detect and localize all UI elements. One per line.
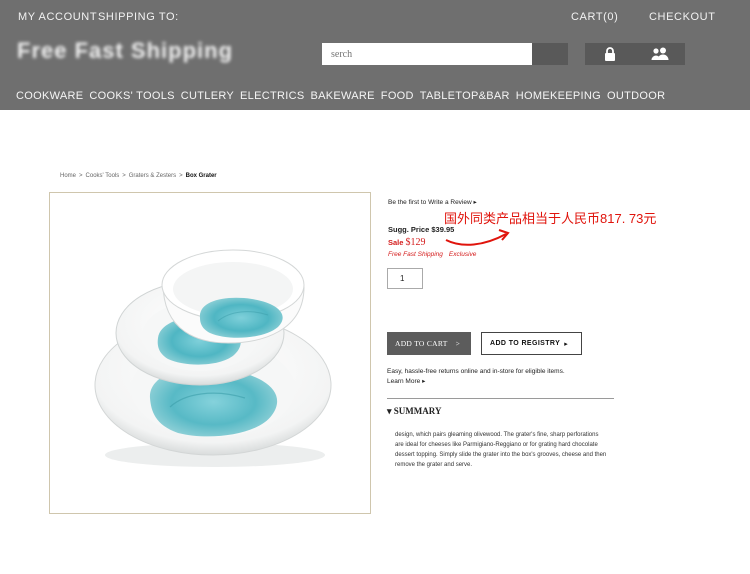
sale-price: Sale $129: [388, 237, 426, 248]
checkout-link[interactable]: CHECKOUT: [649, 11, 716, 23]
nav-cookware[interactable]: COOKWARE: [16, 90, 83, 102]
learn-more-arrow-icon: ▸: [422, 378, 426, 385]
search-input[interactable]: [322, 43, 532, 65]
search-button[interactable]: [532, 43, 568, 65]
sugg-price-value: $39.95: [431, 225, 455, 234]
add-to-cart-label: ADD TO CART: [395, 339, 448, 348]
lock-icon: [605, 47, 615, 61]
logo-text: Free Fast Shipping: [17, 38, 234, 63]
sugg-price-label: Sugg. Price: [388, 225, 430, 234]
breadcrumb: Home > Cooks' Tools > Graters & Zesters > Box …: [60, 173, 217, 179]
site-header: MY ACCOUNT SHIPPING TO: CART(0) CHECKOUT…: [0, 0, 750, 110]
shipping-to-link[interactable]: SHIPPING TO:: [98, 11, 179, 23]
nav-cutlery[interactable]: CUTLERY: [181, 90, 234, 102]
summary-heading-label: SUMMARY: [393, 406, 442, 416]
nav-homekeeping[interactable]: HOMEKEEPING: [516, 90, 601, 102]
summary-text: design, which pairs gleaming olivewood. …: [395, 432, 607, 468]
section-divider: [387, 398, 614, 399]
nav-food[interactable]: FOOD: [381, 90, 414, 102]
sale-label: Sale: [388, 238, 404, 247]
product-image[interactable]: [49, 192, 371, 514]
account-users-button[interactable]: [635, 43, 685, 65]
review-link-text: Be the first to Write a Review: [388, 199, 472, 206]
triangle-right-icon: ▸: [564, 340, 569, 348]
returns-text: Easy, hassle-free returns online and in-…: [387, 368, 565, 375]
breadcrumb-separator: >: [179, 173, 183, 179]
site-logo[interactable]: Free Fast Shipping: [17, 38, 232, 64]
exclusive-text: Exclusive: [448, 251, 477, 258]
main-nav: COOKWARE COOKS' TOOLS CUTLERY ELECTRICS …: [16, 90, 671, 102]
nav-electrics[interactable]: ELECTRICS: [240, 90, 304, 102]
add-to-registry-button[interactable]: ADD TO REGISTRY ▸: [481, 332, 582, 355]
nav-outdoor[interactable]: OUTDOOR: [607, 90, 665, 102]
chevron-right-icon: >: [455, 339, 461, 348]
breadcrumb-cooks-tools[interactable]: Cooks' Tools: [86, 173, 120, 179]
shipping-note: Free Fast Shipping Exclusive: [388, 251, 476, 258]
nav-tabletop-bar[interactable]: TABLETOP&BAR: [420, 90, 510, 102]
quantity-field[interactable]: 1: [387, 268, 423, 289]
my-account-link[interactable]: MY ACCOUNT: [18, 11, 97, 23]
summary-toggle[interactable]: ▾ SUMMARY: [387, 406, 441, 417]
nav-cooks-tools[interactable]: COOKS' TOOLS: [89, 90, 174, 102]
users-icon: [651, 47, 669, 60]
cart-link[interactable]: CART(0): [571, 11, 618, 23]
breadcrumb-graters[interactable]: Graters & Zesters: [129, 173, 176, 179]
returns-info: Easy, hassle-free returns online and in-…: [387, 367, 612, 387]
review-arrow-icon: ▸: [473, 199, 477, 206]
breadcrumb-home[interactable]: Home: [60, 173, 76, 179]
breadcrumb-separator: >: [79, 173, 83, 179]
learn-more-label: Learn More: [387, 378, 421, 385]
suggested-price: Sugg. Price $39.95: [388, 225, 454, 234]
breadcrumb-separator: >: [122, 173, 126, 179]
nav-bakeware[interactable]: BAKEWARE: [310, 90, 374, 102]
triangle-down-icon: ▾: [387, 406, 392, 416]
add-to-cart-button[interactable]: ADD TO CART >: [387, 332, 471, 355]
breadcrumb-current: Box Grater: [185, 173, 217, 179]
learn-more-link[interactable]: Learn More ▸: [387, 378, 425, 385]
free-shipping-text: Free Fast Shipping: [388, 251, 443, 258]
add-to-registry-label: ADD TO REGISTRY: [490, 340, 561, 347]
dish-set-illustration: [94, 249, 332, 467]
account-lock-button[interactable]: [585, 43, 635, 65]
annotation-arrow-icon: [445, 229, 510, 246]
write-review-link[interactable]: Be the first to Write a Review ▸: [388, 198, 477, 206]
sale-price-value: $129: [405, 237, 426, 248]
